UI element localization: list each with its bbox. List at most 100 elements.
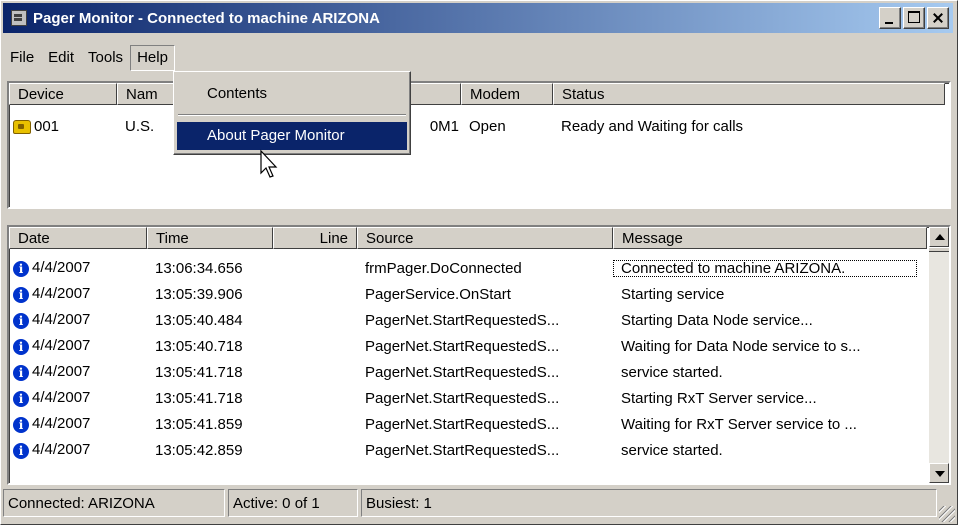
log-date: 4/4/2007: [32, 415, 91, 433]
device-row[interactable]: 001 U.S. 0M1 Open Ready and Waiting for …: [9, 113, 945, 139]
log-source: PagerNet.StartRequestedS...: [365, 311, 560, 329]
log-row[interactable]: i 4/4/2007 13:05:39.906 PagerService.OnSt…: [9, 281, 917, 307]
log-source: frmPager.DoConnected: [365, 259, 522, 277]
status-busiest: Busiest: 1: [361, 489, 937, 517]
col-source[interactable]: Source: [357, 227, 613, 249]
log-time: 13:06:34.656: [155, 259, 243, 277]
col-modem[interactable]: Modem: [461, 83, 553, 105]
log-date: 4/4/2007: [32, 363, 91, 381]
log-row[interactable]: i 4/4/2007 13:05:41.859 PagerNet.StartReq…: [9, 411, 917, 437]
log-row[interactable]: i 4/4/2007 13:05:40.718 PagerNet.StartReq…: [9, 333, 917, 359]
resize-grip[interactable]: [939, 506, 955, 522]
device-list-header: Device Nam Modem Status: [9, 83, 945, 107]
col-status[interactable]: Status: [553, 83, 945, 105]
menu-contents[interactable]: Contents: [177, 80, 407, 108]
device-id: 001: [34, 117, 60, 135]
log-message: service started.: [621, 441, 723, 459]
log-time: 13:05:41.718: [155, 389, 243, 407]
phone-icon: [13, 119, 31, 134]
device-status: Ready and Waiting for calls: [561, 117, 744, 135]
info-icon: i: [13, 260, 29, 277]
log-list[interactable]: Date Time Line Source Message i 4/4/2007 …: [7, 225, 951, 485]
log-row[interactable]: i 4/4/2007 13:05:41.718 PagerNet.StartReq…: [9, 385, 917, 411]
menu-bar: File Edit Tools Help: [3, 44, 175, 72]
log-source: PagerNet.StartRequestedS...: [365, 389, 560, 407]
log-source: PagerNet.StartRequestedS...: [365, 415, 560, 433]
log-source: PagerNet.StartRequestedS...: [365, 441, 560, 459]
log-date-cell: i 4/4/2007: [9, 363, 147, 381]
col-message[interactable]: Message: [613, 227, 927, 249]
log-date: 4/4/2007: [32, 285, 91, 303]
title-bar[interactable]: Pager Monitor - Connected to machine ARI…: [3, 3, 953, 33]
log-message: Waiting for RxT Server service to ...: [621, 415, 857, 433]
info-icon: i: [13, 416, 29, 433]
menu-about-pager-monitor[interactable]: About Pager Monitor: [177, 122, 407, 150]
log-source: PagerNet.StartRequestedS...: [365, 363, 560, 381]
log-date-cell: i 4/4/2007: [9, 389, 147, 407]
log-date: 4/4/2007: [32, 441, 91, 459]
log-source: PagerService.OnStart: [365, 285, 511, 303]
window-controls: [879, 7, 949, 29]
info-icon: i: [13, 364, 29, 381]
log-date: 4/4/2007: [32, 311, 91, 329]
maximize-button[interactable]: [903, 7, 925, 29]
log-time: 13:05:39.906: [155, 285, 243, 303]
log-message: Starting Data Node service...: [621, 311, 813, 329]
log-date-cell: i 4/4/2007: [9, 441, 147, 459]
log-date-cell: i 4/4/2007: [9, 285, 147, 303]
menu-separator: [178, 114, 406, 116]
log-list-header: Date Time Line Source Message: [9, 227, 927, 251]
scroll-thumb[interactable]: [929, 247, 949, 252]
log-date: 4/4/2007: [32, 259, 91, 277]
mouse-pointer-icon: [260, 149, 278, 178]
window-title: Pager Monitor - Connected to machine ARI…: [33, 9, 380, 27]
status-connected: Connected: ARIZONA: [3, 489, 225, 517]
log-vertical-scrollbar[interactable]: [929, 227, 949, 483]
col-date[interactable]: Date: [9, 227, 147, 249]
log-row[interactable]: i 4/4/2007 13:05:41.718 PagerNet.StartReq…: [9, 359, 917, 385]
log-time: 13:05:40.484: [155, 311, 243, 329]
log-date-cell: i 4/4/2007: [9, 337, 147, 355]
device-cell: 001: [9, 118, 117, 135]
menu-tools[interactable]: Tools: [81, 45, 130, 71]
info-icon: i: [13, 338, 29, 355]
device-modem: Open: [469, 117, 506, 135]
device-list[interactable]: Device Nam Modem Status 001 U.S. 0M1 Ope…: [7, 81, 951, 209]
log-row[interactable]: i 4/4/2007 13:05:42.859 PagerNet.StartReq…: [9, 437, 917, 463]
log-message: Starting RxT Server service...: [621, 389, 817, 407]
help-menu: Contents About Pager Monitor: [173, 71, 411, 155]
log-time: 13:05:42.859: [155, 441, 243, 459]
info-icon: i: [13, 312, 29, 329]
scroll-down-button[interactable]: [929, 463, 949, 483]
info-icon: i: [13, 286, 29, 303]
status-bar: Connected: ARIZONA Active: 0 of 1 Busies…: [3, 489, 937, 519]
minimize-button[interactable]: [879, 7, 901, 29]
col-time[interactable]: Time: [147, 227, 273, 249]
close-button[interactable]: [927, 7, 949, 29]
info-icon: i: [13, 390, 29, 407]
log-date-cell: i 4/4/2007: [9, 415, 147, 433]
scroll-up-button[interactable]: [929, 227, 949, 247]
log-date: 4/4/2007: [32, 389, 91, 407]
app-icon[interactable]: [11, 10, 27, 26]
log-time: 13:05:41.718: [155, 363, 243, 381]
col-line[interactable]: Line: [273, 227, 357, 249]
log-message: Connected to machine ARIZONA.: [613, 259, 917, 277]
menu-file[interactable]: File: [3, 45, 41, 71]
menu-help[interactable]: Help: [130, 45, 175, 71]
col-device[interactable]: Device: [9, 83, 117, 105]
log-time: 13:05:40.718: [155, 337, 243, 355]
log-time: 13:05:41.859: [155, 415, 243, 433]
log-message: service started.: [621, 363, 723, 381]
log-row[interactable]: i 4/4/2007 13:05:40.484 PagerNet.StartReq…: [9, 307, 917, 333]
pager-monitor-window: Pager Monitor - Connected to machine ARI…: [0, 0, 958, 525]
log-date-cell: i 4/4/2007: [9, 259, 147, 277]
menu-edit[interactable]: Edit: [41, 45, 81, 71]
log-row[interactable]: i 4/4/2007 13:06:34.656 frmPager.DoConnec…: [9, 255, 917, 281]
log-message: Starting service: [621, 285, 725, 303]
log-source: PagerNet.StartRequestedS...: [365, 337, 560, 355]
log-message: Waiting for Data Node service to s...: [621, 337, 861, 355]
info-icon: i: [13, 442, 29, 459]
log-date-cell: i 4/4/2007: [9, 311, 147, 329]
log-date: 4/4/2007: [32, 337, 91, 355]
